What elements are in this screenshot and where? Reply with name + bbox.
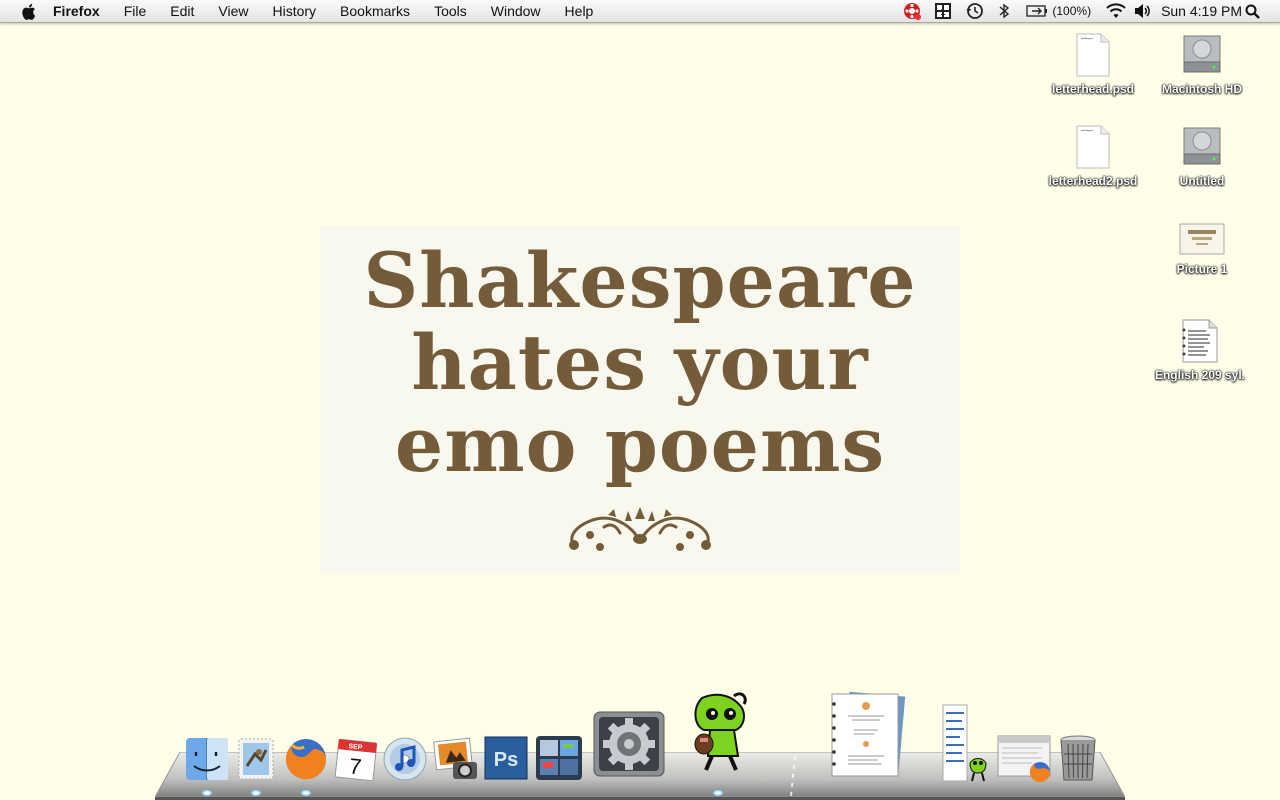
dock-item-trash[interactable] xyxy=(1058,734,1098,789)
wifi-icon[interactable] xyxy=(1105,0,1127,22)
hard-drive-icon xyxy=(1183,35,1221,73)
desktop-icon-label: Picture 1 xyxy=(1176,262,1228,276)
firefox-icon xyxy=(286,739,327,780)
desktop-icon-letterhead-psd[interactable]: letterhead.psd xyxy=(1038,32,1148,96)
dock-item-firefox[interactable] xyxy=(282,735,330,788)
battery-icon[interactable] xyxy=(1026,0,1048,22)
dock-item-recent-files-stack[interactable] xyxy=(996,734,1054,789)
desktop-icon-picture-1[interactable]: Picture 1 xyxy=(1147,222,1257,276)
dock-item-ical[interactable]: SEP 7 xyxy=(333,737,379,788)
gir-robot-icon xyxy=(694,692,747,771)
headline-line-2: hates your xyxy=(411,318,869,407)
spotlight-search-icon[interactable] xyxy=(1244,0,1260,22)
desktop-icon-untitled[interactable]: Untitled xyxy=(1147,124,1257,188)
menu-edit[interactable]: Edit xyxy=(170,0,194,22)
photoshop-icon: Ps xyxy=(484,736,528,780)
menu-view[interactable]: View xyxy=(218,0,248,22)
time-machine-icon[interactable] xyxy=(964,0,986,22)
dock-running-indicator xyxy=(301,790,311,796)
desktop-icon-english-209[interactable]: English 209 syl. xyxy=(1145,318,1255,382)
wallpaper-card: Shakespeare hates your emo poems xyxy=(320,226,960,573)
downloads-stack-icon xyxy=(942,704,987,782)
dock-item-finder[interactable] xyxy=(184,736,230,787)
desktop-icon-macintosh-hd[interactable]: Macintosh HD xyxy=(1147,32,1257,96)
volume-icon[interactable] xyxy=(1133,0,1153,22)
gear-badge-icon[interactable] xyxy=(902,0,924,22)
menu-history[interactable]: History xyxy=(272,0,316,22)
browser-window-stack-icon xyxy=(997,735,1051,782)
dock-item-mail[interactable] xyxy=(233,736,279,787)
desktop-icon-label: Macintosh HD xyxy=(1161,82,1242,96)
trash-icon xyxy=(1060,735,1096,781)
dock-item-gir[interactable] xyxy=(690,690,756,785)
document-icon xyxy=(1182,319,1218,363)
calendar-icon: SEP 7 xyxy=(334,738,378,782)
desktop-icon-label: letterhead.psd xyxy=(1051,82,1135,96)
desktop-icon-letterhead2-psd[interactable]: letterhead2.psd xyxy=(1038,124,1148,188)
dock-running-indicator xyxy=(713,790,723,796)
system-preferences-icon xyxy=(593,711,665,777)
wallpaper-headline: Shakespeare hates your emo poems xyxy=(320,240,960,486)
psd-file-icon xyxy=(1076,125,1110,169)
headline-line-3: emo poems xyxy=(394,400,886,489)
apple-menu-icon[interactable] xyxy=(20,3,36,20)
dock-running-indicator xyxy=(202,790,212,796)
dock-item-documents-stack[interactable] xyxy=(826,690,906,785)
app-menu-firefox[interactable]: Firefox xyxy=(53,0,100,22)
svg-text:SEP: SEP xyxy=(348,743,363,751)
menu-help[interactable]: Help xyxy=(565,0,594,22)
finder-icon xyxy=(186,738,228,780)
hard-drive-icon xyxy=(1183,127,1221,165)
dock-item-photoshop[interactable]: Ps xyxy=(484,736,528,785)
menu-tools[interactable]: Tools xyxy=(434,0,467,22)
itunes-icon xyxy=(383,737,427,781)
dock-item-itunes[interactable] xyxy=(382,736,428,787)
iphoto-icon xyxy=(433,737,477,779)
desktop-icon-label: Untitled xyxy=(1179,174,1225,188)
document-stack-icon xyxy=(831,691,906,777)
bluetooth-icon[interactable] xyxy=(996,0,1012,22)
headline-line-1: Shakespeare xyxy=(363,236,917,325)
dock-item-downloads-stack[interactable] xyxy=(940,703,990,788)
floral-ornament-icon xyxy=(569,507,711,551)
svg-text:Ps: Ps xyxy=(494,749,518,771)
dock-running-indicator xyxy=(251,790,261,796)
svg-text:1: 1 xyxy=(941,7,946,17)
mail-stamp-icon xyxy=(238,738,274,780)
menu-bar: Firefox File Edit View History Bookmarks… xyxy=(0,0,1280,23)
dock-item-dashboard[interactable] xyxy=(535,735,583,786)
dock-item-iphoto[interactable] xyxy=(431,736,479,787)
spaces-icon[interactable]: 1 xyxy=(932,0,954,22)
menubar-clock[interactable]: Sun 4:19 PM xyxy=(1161,3,1242,19)
menu-window[interactable]: Window xyxy=(491,0,541,22)
dock-item-system-preferences[interactable] xyxy=(592,710,666,783)
psd-file-icon xyxy=(1076,33,1110,77)
svg-text:7: 7 xyxy=(348,753,363,779)
desktop-icon-label: letterhead2.psd xyxy=(1048,174,1138,188)
spotlight-icon[interactable] xyxy=(1274,0,1280,22)
battery-percent[interactable]: (100%) xyxy=(1052,4,1091,18)
menu-file[interactable]: File xyxy=(124,0,147,22)
menu-bookmarks[interactable]: Bookmarks xyxy=(340,0,410,22)
image-file-icon xyxy=(1179,223,1225,255)
desktop-icon-label: English 209 syl. xyxy=(1154,368,1246,382)
spaces-grid-icon xyxy=(536,736,582,780)
